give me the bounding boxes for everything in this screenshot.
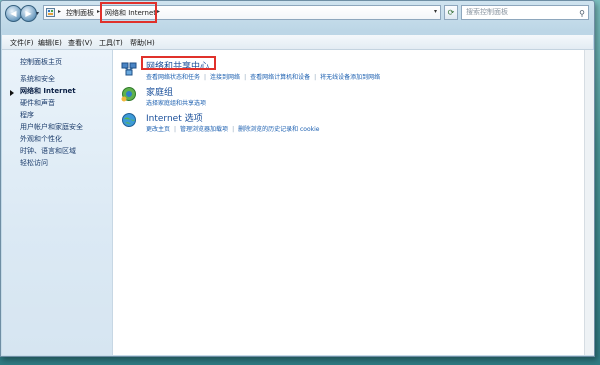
recent-pages-dropdown[interactable]: ▾ <box>36 10 39 17</box>
category-links-homegroup: 选择家庭组和共享选项 <box>146 98 206 107</box>
category-links-network-sharing: 查看网络状态和任务 | 连接到网络 | 查看网络计算机和设备 | 将无线设备添加到网络 <box>146 72 381 81</box>
sidebar-item-hardware-sound[interactable]: 硬件和声音 <box>20 98 55 108</box>
category-title-internet-options[interactable]: Internet 选项 <box>146 111 203 124</box>
link-connect-to-network[interactable]: 连接到网络 <box>210 72 240 81</box>
sidebar-item-user-accounts[interactable]: 用户帐户和家庭安全 <box>20 122 83 132</box>
sidebar-item-clock-language[interactable]: 时钟、语言和区域 <box>20 146 76 156</box>
link-view-network-status[interactable]: 查看网络状态和任务 <box>146 72 200 81</box>
category-links-internet-options: 更改主页 | 管理浏览器加载项 | 删除浏览的历史记录和 cookie <box>146 124 320 133</box>
address-dropdown-icon[interactable]: ▾ <box>434 8 437 15</box>
refresh-button[interactable]: ⟳ <box>444 5 458 20</box>
vertical-scrollbar[interactable] <box>584 50 594 355</box>
category-highlight-box <box>141 56 216 70</box>
network-sharing-icon <box>121 62 137 76</box>
link-delete-history[interactable]: 删除浏览的历史记录和 cookie <box>238 124 319 133</box>
explorer-window: ◀ ▶ ▾ ▸ 控制面板 ▸ 网络和 Internet ▸ ▾ ⟳ 搜索控制面板… <box>0 0 595 357</box>
control-panel-icon <box>46 8 55 17</box>
menu-bar: 文件(F) 编辑(E) 查看(V) 工具(T) 帮助(H) <box>2 35 593 50</box>
breadcrumb-separator-icon: ▸ <box>58 8 62 15</box>
link-view-network-computers[interactable]: 查看网络计算机和设备 <box>250 72 310 81</box>
forward-button[interactable]: ▶ <box>20 5 37 22</box>
sidebar-item-programs[interactable]: 程序 <box>20 110 34 120</box>
sidebar: 控制面板主页 系统和安全 网络和 Internet 硬件和声音 程序 用户帐户和… <box>2 50 113 355</box>
sidebar-item-appearance[interactable]: 外观和个性化 <box>20 134 62 144</box>
link-manage-addons[interactable]: 管理浏览器加载项 <box>180 124 228 133</box>
link-add-wireless-device[interactable]: 将无线设备添加到网络 <box>320 72 380 81</box>
search-input[interactable]: 搜索控制面板 ⚲ <box>461 5 589 20</box>
breadcrumb-control-panel[interactable]: 控制面板 <box>66 8 94 18</box>
link-change-homepage[interactable]: 更改主页 <box>146 124 170 133</box>
search-placeholder: 搜索控制面板 <box>466 8 508 16</box>
link-homegroup-sharing-options[interactable]: 选择家庭组和共享选项 <box>146 98 206 107</box>
homegroup-icon <box>121 87 136 102</box>
sidebar-item-ease-of-access[interactable]: 轻松访问 <box>20 158 48 168</box>
sidebar-item-network-internet: 网络和 Internet <box>20 87 76 95</box>
category-title-homegroup[interactable]: 家庭组 <box>146 85 173 98</box>
breadcrumb-separator-icon: ▸ <box>157 8 161 15</box>
current-item-arrow-icon <box>10 90 14 96</box>
menu-tools[interactable]: 工具(T) <box>99 38 123 48</box>
menu-help[interactable]: 帮助(H) <box>130 38 155 48</box>
menu-view[interactable]: 查看(V) <box>68 38 92 48</box>
menu-edit[interactable]: 编辑(E) <box>38 38 62 48</box>
search-icon[interactable]: ⚲ <box>579 7 585 20</box>
main-content: 网络和共享中心 查看网络状态和任务 | 连接到网络 | 查看网络计算机和设备 | 将无线设备… <box>113 50 593 355</box>
menu-file[interactable]: 文件(F) <box>10 38 34 48</box>
address-highlight-box <box>100 2 157 23</box>
sidebar-item-home[interactable]: 控制面板主页 <box>20 57 62 67</box>
internet-options-icon <box>122 113 136 127</box>
sidebar-item-system-security[interactable]: 系统和安全 <box>20 74 55 84</box>
